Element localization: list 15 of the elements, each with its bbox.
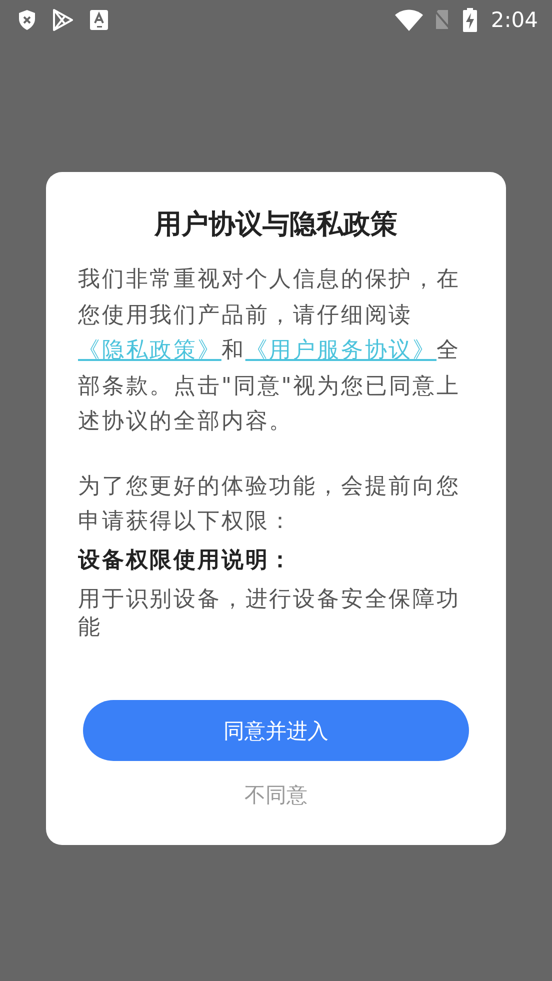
policy-link[interactable]: 《隐私政策》 <box>78 338 222 363</box>
permission-heading: 设备权限使用说明： <box>78 546 294 574</box>
font-icon <box>90 10 108 30</box>
permission-notice: 为了您更好的体验功能，会提前向您申请获得以下权限： <box>78 472 462 536</box>
battery-charging-icon <box>462 8 477 32</box>
intro-paragraph: 我们非常重视对个人信息的保护，在您使用我们产品前，请仔细阅读 《隐私政策》和《用户服务协议》全部条款。点击"同意"视为您已同意上述协议的全部内容。 <box>78 266 462 436</box>
agree-button[interactable]: 同意并进入 <box>83 700 469 761</box>
shield-icon <box>18 9 36 31</box>
decline-button[interactable]: 不同意 <box>234 777 318 813</box>
dialog-title: 用户协议与隐私政策 <box>154 208 398 242</box>
wifi-icon <box>394 9 423 31</box>
play-store-icon <box>52 8 74 32</box>
permission-description: 用于识别设备，进行设备安全保障功能 <box>78 586 462 642</box>
clock-time: 2:04 <box>490 8 538 32</box>
policy-link[interactable]: 《用户服务协议》 <box>245 338 437 363</box>
